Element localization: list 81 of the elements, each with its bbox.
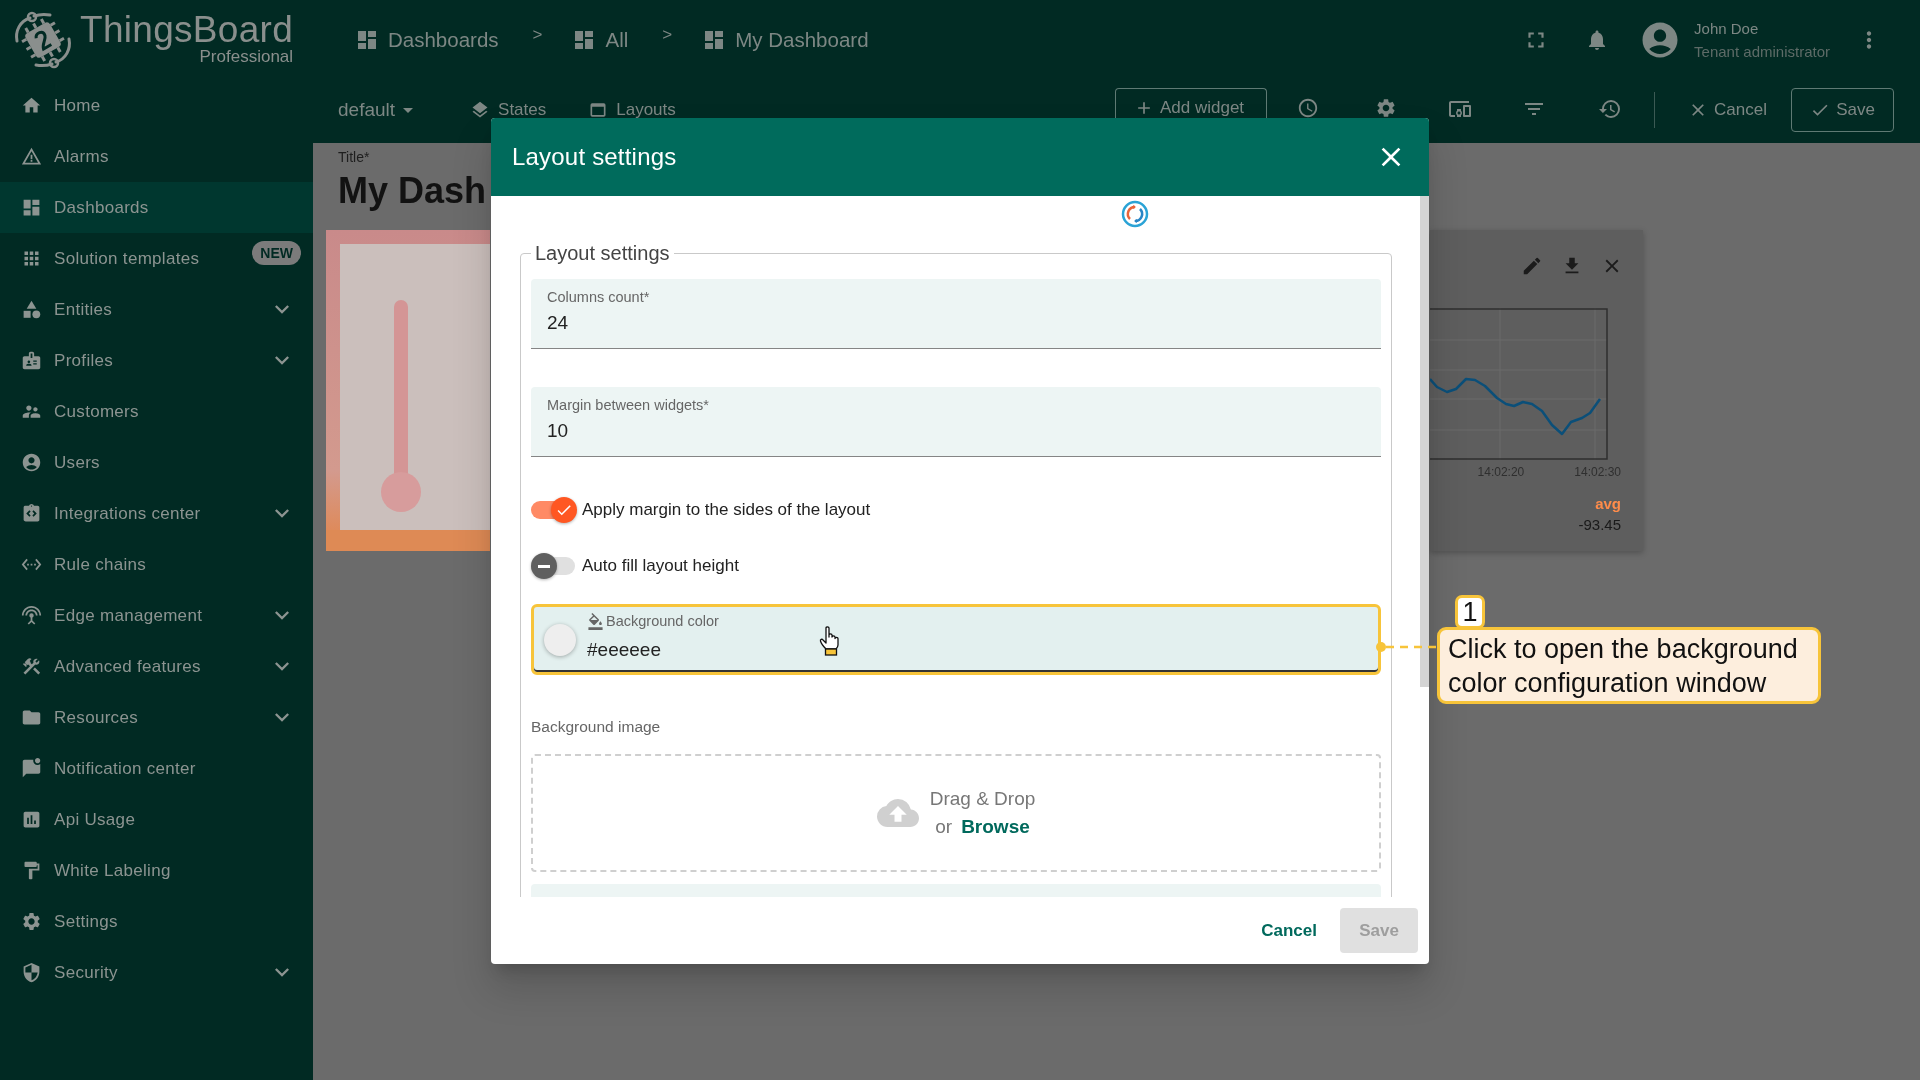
dialog-title: Layout settings	[512, 143, 677, 171]
sidebar-item[interactable]: Users	[0, 437, 313, 488]
leader-line	[1376, 641, 1438, 653]
sidebar-item[interactable]: Edge management	[0, 590, 313, 641]
loading-spinner-icon	[1121, 200, 1149, 228]
drop-hint: Drag & Drop	[929, 788, 1036, 810]
toggle-switch[interactable]	[531, 553, 577, 579]
hand-cursor-icon	[819, 626, 841, 656]
window-icon	[588, 100, 609, 120]
sidebar-item[interactable]: Customers	[0, 386, 313, 437]
color-swatch-icon[interactable]	[544, 623, 576, 656]
sidebar-item[interactable]: Dashboards	[0, 182, 313, 233]
browse-link[interactable]: Browse	[961, 816, 1030, 838]
sidebar-item[interactable]: Advanced features	[0, 641, 313, 692]
cancel-button[interactable]: Cancel	[1245, 908, 1333, 953]
logo-icon	[12, 11, 74, 69]
code-clipboard-icon	[21, 503, 42, 524]
file-drop-zone[interactable]: Drag & Drop or Browse	[531, 754, 1381, 872]
toggle-switch[interactable]	[531, 497, 577, 523]
sidebar-item[interactable]: Settings	[0, 896, 313, 947]
warning-icon	[21, 146, 42, 167]
settings-icon	[21, 911, 42, 932]
scrollbar-thumb[interactable]	[1420, 196, 1429, 687]
sidebar-item[interactable]: Notification center	[0, 743, 313, 794]
user-role: Tenant administrator	[1694, 43, 1830, 60]
antenna-icon	[21, 605, 42, 626]
sidebar-item[interactable]: Rule chains	[0, 539, 313, 590]
sidebar-item[interactable]: Integrations center	[0, 488, 313, 539]
breadcrumb-separator: >	[662, 25, 673, 45]
id-card-icon	[21, 350, 42, 371]
toolbar-button[interactable]: States	[470, 100, 547, 120]
number-field[interactable]: Margin between widgets* 10	[531, 387, 1381, 457]
sidebar-item[interactable]: Solution templates NEW	[0, 233, 313, 284]
dashboard-icon	[21, 197, 42, 218]
layout-select[interactable]: default	[338, 99, 414, 121]
nav-badge: NEW	[252, 241, 301, 265]
sidebar-item[interactable]: Alarms	[0, 131, 313, 182]
sidebar-item[interactable]: Security	[0, 947, 313, 998]
or-text: or	[935, 816, 953, 838]
caret-icon	[403, 107, 414, 113]
paint-bucket-icon	[587, 613, 604, 630]
home-icon	[21, 95, 42, 116]
brand-edition: Professional	[199, 47, 294, 66]
clock-icon[interactable]	[1297, 97, 1320, 119]
chat-bubble-icon	[21, 758, 42, 779]
toggle-label: Auto fill layout height	[582, 556, 739, 576]
breadcrumb-link[interactable]: All	[572, 28, 629, 52]
number-field[interactable]: Columns count* 24	[531, 279, 1381, 349]
pencil-icon[interactable]	[1521, 255, 1543, 277]
breadcrumb-link[interactable]: Dashboards	[355, 28, 499, 52]
step-marker: 1	[1455, 595, 1485, 629]
breadcrumb-separator: >	[532, 25, 543, 45]
sidebar-item[interactable]: Home	[0, 80, 313, 131]
shapes-icon	[21, 299, 42, 320]
hint-callout: Click to open the background color configuration window	[1437, 627, 1821, 704]
section-label: Background image	[531, 718, 662, 736]
bar-chart-icon	[21, 809, 42, 830]
user-name: John Doe	[1694, 20, 1760, 37]
sidebar-item[interactable]: Resources	[0, 692, 313, 743]
settings-icon[interactable]	[1375, 97, 1398, 119]
minus-icon	[538, 564, 550, 568]
brand-name: ThingsBoard	[80, 10, 294, 49]
sidebar-item[interactable]: Api Usage	[0, 794, 313, 845]
dashboard-icon	[355, 28, 379, 52]
color-field[interactable]: Background color #eeeeee	[531, 604, 1381, 675]
sidebar-item[interactable]: White Labeling	[0, 845, 313, 896]
title-label: Title*	[338, 149, 370, 165]
save-button[interactable]: Save	[1791, 88, 1894, 132]
legend-label: avg	[1595, 495, 1621, 512]
toggle-label: Apply margin to the sides of the layout	[582, 500, 871, 520]
shield-icon	[21, 962, 42, 983]
cancel-button[interactable]: Cancel	[1688, 100, 1767, 120]
toolbar-button[interactable]: Layouts	[588, 100, 676, 120]
sidebar-item[interactable]: Profiles	[0, 335, 313, 386]
tools-icon	[21, 656, 42, 677]
legend-value: -93.45	[1578, 516, 1621, 533]
group-title: Layout settings	[534, 241, 671, 265]
dashboard-title: My Dash	[338, 171, 487, 211]
breadcrumb-link[interactable]: My Dashboard	[702, 28, 869, 52]
history-icon[interactable]	[1598, 97, 1623, 121]
sidebar-item[interactable]: Entities	[0, 284, 313, 335]
